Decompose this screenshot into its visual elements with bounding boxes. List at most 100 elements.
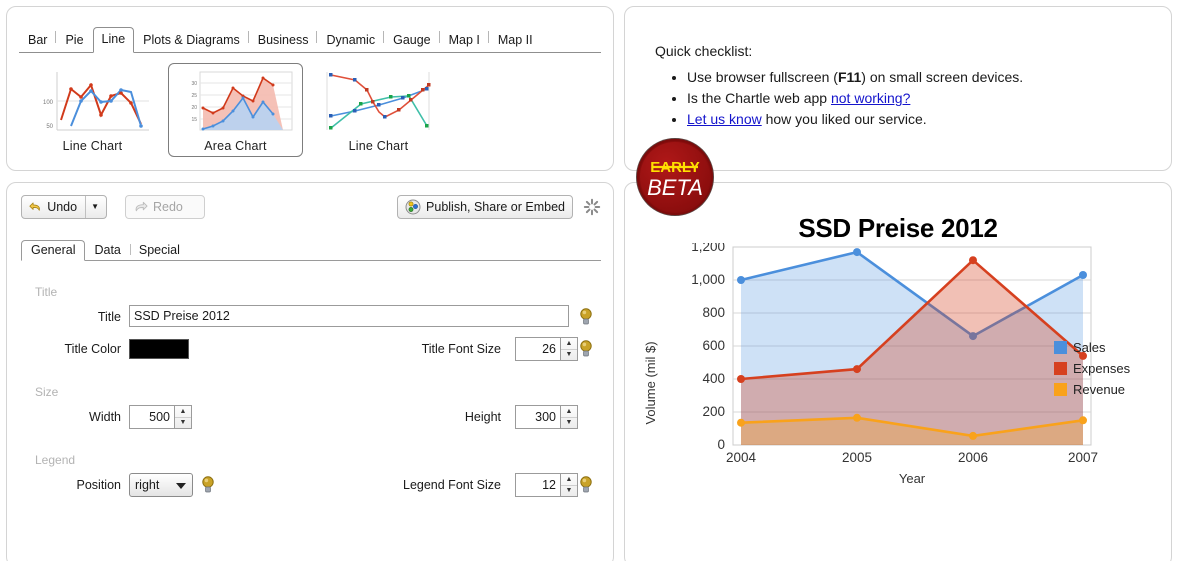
width-input[interactable]: [130, 406, 174, 428]
svg-text:100: 100: [43, 100, 54, 106]
legend-row: Position right Legend Font Size ▲ ▼: [21, 473, 601, 499]
chevron-down-icon[interactable]: [176, 483, 186, 489]
height-input[interactable]: [516, 406, 560, 428]
height-arrows[interactable]: ▲ ▼: [560, 406, 577, 428]
checklist-item-0-key: F11: [837, 69, 862, 85]
title-row: Title: [21, 305, 601, 331]
tab-line[interactable]: Line: [92, 27, 135, 53]
title-color-row: Title Color Title Font Size ▲ ▼: [21, 337, 601, 363]
tab-general[interactable]: General: [21, 240, 86, 261]
checklist-item-2-tail: how you liked our service.: [761, 111, 927, 127]
list-item: Let us know how you liked our service.: [687, 109, 1171, 130]
height-label: Height: [464, 410, 501, 424]
y-tick-0: 0: [717, 437, 725, 452]
svg-text:20: 20: [191, 105, 197, 111]
tab-bar-label: Bar: [28, 33, 48, 47]
y-tick-1000: 1,000: [691, 272, 725, 287]
tab-pie-label: Pie: [65, 33, 84, 47]
legend-position-value: right: [135, 478, 160, 492]
title-color-swatch[interactable]: [129, 339, 189, 359]
stepper-down-icon[interactable]: ▼: [561, 486, 577, 497]
checklist-item-0-pre: Use browser fullscreen (: [687, 69, 838, 85]
legend-item-expenses[interactable]: Expenses: [1054, 361, 1131, 376]
tab-map-1[interactable]: Map I: [438, 29, 489, 52]
thumbnail-area-chart[interactable]: 30 25 20 15 Area Chart: [168, 63, 303, 157]
title-font-size-stepper[interactable]: ▲ ▼: [515, 337, 578, 361]
legend-font-size-label: Legend Font Size: [403, 478, 501, 492]
tab-gauge[interactable]: Gauge: [383, 29, 440, 52]
legend-item-sales[interactable]: Sales: [1054, 340, 1106, 355]
undo-button[interactable]: Undo ▼: [21, 195, 107, 219]
line-chart-preview-icon: 100 50: [43, 72, 149, 131]
stepper-down-icon[interactable]: ▼: [561, 418, 577, 429]
legend-position-select[interactable]: right: [129, 473, 193, 497]
tab-dynamic-label: Dynamic: [326, 33, 376, 47]
thumbnail-line-chart-2[interactable]: Line Chart: [311, 63, 446, 157]
title-color-label: Title Color: [64, 342, 122, 356]
undo-dropdown-caret-icon[interactable]: ▼: [85, 196, 99, 218]
title-field-label: Title: [97, 310, 121, 324]
x-tick-2005: 2005: [842, 450, 872, 465]
list-item: Is the Chartle web app not working?: [687, 88, 1171, 109]
legend-font-size-help-bulb-icon[interactable]: [579, 475, 593, 495]
list-item: Use browser fullscreen (F11) on small sc…: [687, 67, 1171, 88]
tab-special[interactable]: Special: [129, 241, 189, 260]
tab-map-2[interactable]: Map II: [487, 29, 542, 52]
tab-line-label: Line: [101, 32, 126, 46]
legend-font-size-arrows[interactable]: ▲ ▼: [560, 474, 577, 496]
tab-map-1-label: Map I: [448, 33, 480, 47]
title-input[interactable]: [129, 305, 569, 327]
tab-data[interactable]: Data: [85, 241, 129, 260]
svg-text:30: 30: [191, 81, 197, 87]
chart-thumbnail-list: 100 50 Line Chart 30 25 20 15 Area Chart…: [25, 63, 446, 157]
stepper-up-icon[interactable]: ▲: [561, 406, 577, 418]
legend-label-sales: Sales: [1073, 340, 1106, 355]
tab-general-label: General: [31, 243, 76, 257]
title-font-size-input[interactable]: [516, 338, 560, 360]
legend-font-size-input[interactable]: [516, 474, 560, 496]
title-group-heading: Title: [35, 285, 58, 299]
tab-business[interactable]: Business: [247, 29, 318, 52]
checklist-item-1-pre: Is the Chartle web app: [687, 90, 831, 106]
early-beta-badge: EARLY BETA: [636, 138, 714, 216]
title-font-size-arrows[interactable]: ▲ ▼: [560, 338, 577, 360]
width-stepper[interactable]: ▲ ▼: [129, 405, 192, 429]
checklist-items: Use browser fullscreen (F11) on small sc…: [669, 67, 1171, 130]
tab-pie[interactable]: Pie: [55, 29, 92, 52]
stepper-up-icon[interactable]: ▲: [561, 338, 577, 350]
multi-line-chart-preview-icon: [326, 72, 431, 130]
title-help-bulb-icon[interactable]: [579, 307, 593, 327]
publish-icon: [405, 199, 421, 215]
redo-button[interactable]: Redo: [125, 195, 205, 219]
stepper-up-icon[interactable]: ▲: [561, 474, 577, 486]
title-font-size-help-bulb-icon[interactable]: [579, 339, 593, 359]
legend-group-heading: Legend: [35, 453, 76, 467]
thumbnail-line-chart-1[interactable]: 100 50 Line Chart: [25, 63, 160, 157]
x-axis-label: Year: [899, 471, 926, 486]
stepper-down-icon[interactable]: ▼: [175, 418, 191, 429]
tab-map-2-label: Map II: [497, 33, 533, 47]
stepper-up-icon[interactable]: ▲: [175, 406, 191, 418]
legend-font-size-stepper[interactable]: ▲ ▼: [515, 473, 578, 497]
y-tick-600: 600: [702, 338, 725, 353]
height-stepper[interactable]: ▲ ▼: [515, 405, 578, 429]
publish-share-embed-button[interactable]: Publish, Share or Embed: [397, 195, 573, 219]
svg-text:15: 15: [191, 117, 197, 123]
undo-label: Undo: [47, 200, 78, 214]
tab-dynamic[interactable]: Dynamic: [316, 29, 384, 52]
y-axis-ticks: 0 200 400 600 800 1,000 1,200: [691, 243, 725, 452]
legend-label-expenses: Expenses: [1073, 361, 1131, 376]
tab-plots-diagrams[interactable]: Plots & Diagrams: [134, 29, 249, 52]
legend-item-revenue[interactable]: Revenue: [1054, 382, 1125, 397]
not-working-link[interactable]: not working?: [831, 90, 910, 106]
area-chart[interactable]: Volume (mil $) 0 200 400 600 800 1,000 1…: [641, 243, 1157, 513]
stepper-down-icon[interactable]: ▼: [561, 350, 577, 361]
width-arrows[interactable]: ▲ ▼: [174, 406, 191, 428]
general-settings-form: Title Title Title Color Title Font Size …: [21, 275, 601, 561]
redo-label: Redo: [153, 200, 183, 214]
tab-bar[interactable]: Bar: [19, 29, 56, 52]
loading-spinner-icon: [583, 198, 601, 216]
thumbnail-label: Area Chart: [204, 139, 267, 153]
let-us-know-link[interactable]: Let us know: [687, 111, 762, 127]
legend-position-help-bulb-icon[interactable]: [201, 475, 215, 495]
